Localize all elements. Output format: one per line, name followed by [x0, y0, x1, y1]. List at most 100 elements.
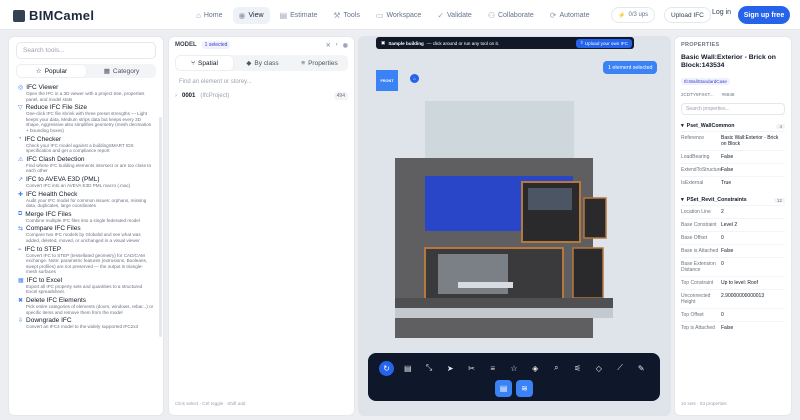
tool-item[interactable]: ✚ IFC Health Check Audit your IFC model fo… — [9, 189, 163, 209]
eye-icon[interactable]: ◉ — [343, 42, 348, 49]
property-value: 0 — [721, 312, 724, 318]
top-glass-block — [425, 101, 574, 158]
tool-item[interactable]: ↗ IFC to AVEVA E3D (PML) Convert IFC into … — [9, 174, 163, 189]
pset-count: 12 — [773, 197, 785, 203]
tool-icon: ✚ — [18, 191, 24, 198]
tool-item[interactable]: ✖ Delete IFC Elements Pick entire categori… — [9, 295, 163, 315]
tool-icon: ↗ — [18, 176, 24, 183]
property-key: Base Constraint — [681, 222, 717, 228]
fit-tool-icon[interactable]: ⤡ — [422, 361, 437, 376]
property-value: False — [721, 325, 734, 331]
tool-description: Find where IFC building elements interse… — [26, 162, 152, 174]
eraser-tool-icon[interactable]: ◇ — [591, 361, 606, 376]
edit-tool-icon[interactable]: ✎ — [634, 361, 649, 376]
collapse-icon[interactable]: ‹ — [336, 42, 338, 49]
tools-panel: Search tools... ☆ Popular ▦ Category ◎ IFC … — [8, 36, 164, 416]
tool-description: One-click IFC file shrink with three pre… — [26, 111, 152, 133]
tool-item[interactable]: ⇩ Downgrade IFC Convert an IFC4 model to t… — [9, 315, 163, 330]
app-logo[interactable]: BIMCamel — [13, 8, 94, 23]
upload-ifc-button[interactable]: Upload IFC — [664, 7, 711, 23]
document-tool-icon[interactable]: ▤ — [495, 380, 512, 397]
tools-scrollbar[interactable] — [159, 117, 162, 337]
star-tool-icon[interactable]: ☆ — [506, 361, 521, 376]
layers-tool-icon[interactable]: ▤ — [400, 361, 415, 376]
tool-title-row: ▽ Reduce IFC File Size — [18, 104, 154, 111]
nav-tools-icon: ⚒ — [333, 10, 341, 20]
tool-title: Merge IFC Files — [25, 210, 72, 218]
tool-title-row: ✚ IFC Health Check — [18, 191, 154, 198]
nav-view-icon: ◉ — [238, 10, 246, 20]
chevron-right-icon[interactable]: › — [175, 93, 177, 99]
global-id[interactable]: 2CDTY8FXKT... — [681, 92, 714, 97]
express-id[interactable]: #6948 — [722, 92, 735, 97]
property-value: 0 — [721, 261, 724, 267]
tool-item[interactable]: ⧉ Merge IFC Files Combine multiple IFC fil… — [9, 209, 163, 224]
side-window — [583, 197, 607, 239]
model-find-input[interactable]: Find an element or storey... — [179, 79, 344, 85]
select-tool-icon[interactable]: ↻ — [379, 360, 395, 376]
pset-name: PSet_Revit_Constraints — [686, 197, 747, 203]
tool-item[interactable]: ▦ IFC to Excel Export all IFC property set… — [9, 275, 163, 295]
cut-tool-icon[interactable]: ✂ — [464, 361, 479, 376]
nav-estimate[interactable]: ▤ Estimate — [274, 7, 324, 24]
tool-item[interactable]: ▽ Reduce IFC File Size One-click IFC file … — [9, 102, 163, 133]
nav-collaborate-icon: ⚇ — [487, 10, 495, 20]
nav-label: Home — [203, 11, 223, 19]
tool-item[interactable]: ◔ IFC Checker Check your IFC model against… — [9, 134, 163, 154]
nav-view[interactable]: ◉ View — [232, 6, 270, 24]
signup-button[interactable]: Sign up free — [738, 6, 790, 24]
tree-row[interactable]: › 0001 (IfcProject) 494 — [175, 90, 348, 101]
tool-icon: ⚠ — [18, 156, 24, 163]
tool-title-row: ◔ IFC Checker — [18, 136, 154, 143]
property-key: Base Offset — [681, 235, 708, 241]
measure-tool-icon[interactable]: ⟋ — [613, 361, 628, 376]
tool-title-row: ◎ IFC Viewer — [18, 84, 154, 91]
nav-label: Collaborate — [497, 11, 534, 19]
property-row: Location Line 2 — [681, 205, 785, 218]
nav-home[interactable]: ⌂ Home — [190, 7, 229, 24]
pset-header[interactable]: ▾ PSet_Revit_Constraints 12 — [681, 195, 785, 205]
tab-properties[interactable]: ≡ Properties — [291, 55, 348, 71]
nav-collaborate[interactable]: ⚇ Collaborate — [482, 7, 540, 24]
tools-search-input[interactable]: Search tools... — [16, 42, 156, 59]
tool-item[interactable]: ⚠ IFC Clash Detection Find where IFC build… — [9, 154, 163, 174]
tab-spatial[interactable]: ⑂ Spatial — [176, 56, 233, 70]
properties-search-input[interactable]: Search properties... — [681, 103, 785, 115]
properties-footer: 10 sets · 63 properties — [681, 401, 727, 406]
pointer-tool-icon[interactable]: ➤ — [443, 361, 458, 376]
tab-category[interactable]: ▦ Category — [87, 64, 156, 78]
tab-popular[interactable]: ☆ Popular — [17, 65, 86, 77]
3d-viewer[interactable]: ▣ Sample building — click around or run … — [358, 36, 671, 416]
tool-description: Combine multiple IFC files into a single… — [26, 217, 140, 223]
box-tool-icon[interactable]: ◈ — [528, 361, 543, 376]
search-tool-icon[interactable]: ⌕ — [549, 361, 564, 376]
ups-counter[interactable]: ⚡ 0/3 ups — [611, 7, 656, 23]
sliders-tool-icon[interactable]: ⚟ — [570, 361, 585, 376]
nav-label: View — [248, 11, 264, 19]
property-row: Base is Attached False — [681, 244, 785, 257]
property-key: Base Extension Distance — [681, 261, 716, 273]
logo-mark-icon — [13, 9, 25, 22]
tool-title: Delete IFC Elements — [26, 297, 86, 305]
nav-workspace[interactable]: ▭ Workspace — [370, 7, 427, 24]
shapes-icon: ◆ — [246, 60, 252, 67]
tree-row-count: 494 — [333, 91, 348, 100]
grid-icon: ▦ — [103, 68, 110, 75]
property-key: Top is Attached — [681, 325, 715, 331]
nav-validate[interactable]: ✓ Validate — [431, 7, 477, 24]
tool-item[interactable]: ⌁ IFC to STEP Convert IFC to STEP (tessell… — [9, 244, 163, 275]
tool-title-row: ✖ Delete IFC Elements — [18, 297, 154, 304]
login-link[interactable]: Log in — [712, 9, 731, 16]
tool-title: IFC to AVEVA E3D (PML) — [26, 175, 100, 183]
menu-tool-icon[interactable]: ≡ — [485, 361, 500, 376]
nav-automate[interactable]: ⟳ Automate — [544, 7, 596, 24]
close-icon[interactable]: ✕ — [326, 42, 331, 49]
ground-door — [572, 247, 604, 299]
tool-description: Export all IFC property sets and quantit… — [26, 283, 143, 295]
stack-tool-icon[interactable]: ≋ — [516, 380, 533, 397]
tab-by-class[interactable]: ◆ By class — [234, 55, 291, 71]
tool-item[interactable]: ◎ IFC Viewer Open the IFC in a 3D viewer w… — [9, 82, 163, 102]
nav-tools[interactable]: ⚒ Tools — [327, 7, 366, 24]
pset-header[interactable]: ▾ Pset_WallCommon 4 — [681, 121, 785, 131]
tool-item[interactable]: ⇆ Compare IFC Files Compare two IFC models… — [9, 223, 163, 243]
